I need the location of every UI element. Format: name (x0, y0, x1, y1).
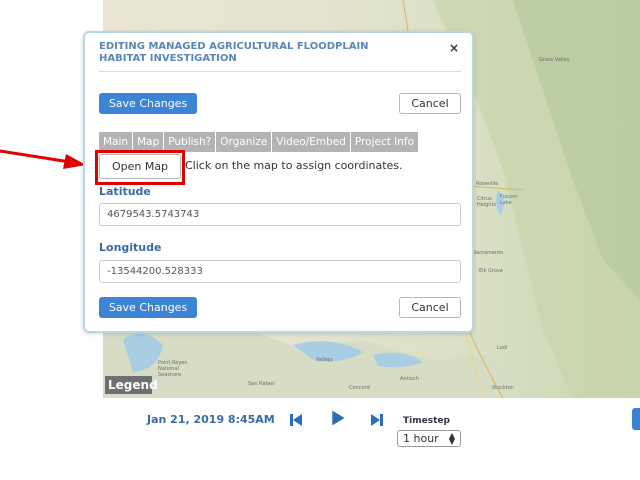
close-icon[interactable]: × (449, 41, 459, 55)
edit-dialog: EDITING MANAGED AGRICULTURAL FLOODPLAIN … (83, 31, 474, 333)
app-root: Grass Valley Roseville Citrus Heights Fo… (0, 0, 640, 480)
cancel-button-bottom[interactable]: Cancel (399, 297, 461, 318)
timestep-select[interactable]: 1 hour ▲ ▼ (397, 430, 461, 447)
tab-bar: Main Map Publish? Organize Video/Embed P… (99, 132, 420, 152)
map-label: Antioch (400, 376, 419, 382)
map-label: Roseville (476, 181, 499, 187)
map-label: Point Reyes National Seashore (158, 360, 187, 378)
cancel-button[interactable]: Cancel (399, 93, 461, 114)
map-label: Elk Grove (479, 268, 503, 274)
divider (99, 71, 461, 72)
longitude-input[interactable]: -13544200.528333 (99, 260, 461, 283)
longitude-label: Longitude (99, 241, 162, 254)
side-panel-button[interactable] (632, 408, 640, 430)
tab-organize[interactable]: Organize (216, 132, 273, 152)
tab-project-info[interactable]: Project Info (350, 132, 420, 152)
save-button-bottom[interactable]: Save Changes (99, 297, 197, 318)
map-hint-text: Click on the map to assign coordinates. (185, 159, 403, 172)
annotation-arrow-icon (0, 149, 86, 169)
map-label: Lodi (497, 345, 508, 351)
skip-back-icon[interactable] (289, 411, 303, 429)
latitude-label: Latitude (99, 185, 151, 198)
dialog-title: EDITING MANAGED AGRICULTURAL FLOODPLAIN … (99, 41, 369, 64)
map-label: Vallejo (316, 357, 333, 363)
timestep-label: Timestep (403, 416, 450, 426)
tab-main[interactable]: Main (99, 132, 134, 152)
skip-forward-icon[interactable] (370, 411, 384, 429)
play-icon[interactable] (329, 409, 347, 427)
map-label: Grass Valley (539, 57, 570, 63)
tab-publish[interactable]: Publish? (164, 132, 217, 152)
highlight-box (95, 150, 185, 185)
map-label: Folsom Lake (500, 194, 518, 206)
select-arrows-icon: ▲ ▼ (448, 431, 455, 446)
tab-map[interactable]: Map (133, 132, 165, 152)
map-label: Stockton (492, 385, 515, 391)
map-label: Concord (349, 385, 370, 391)
timestep-value: 1 hour (403, 432, 439, 445)
save-button[interactable]: Save Changes (99, 93, 197, 114)
map-label: Citrus Heights (477, 196, 497, 208)
map-label: Sacramento (473, 250, 504, 256)
tab-video-embed[interactable]: Video/Embed (272, 132, 351, 152)
legend-button[interactable]: Legend (105, 376, 158, 394)
latitude-input[interactable]: 4679543.5743743 (99, 203, 461, 226)
timeline-date: Jan 21, 2019 8:45AM (147, 413, 275, 426)
map-label: San Rafael (248, 381, 275, 387)
